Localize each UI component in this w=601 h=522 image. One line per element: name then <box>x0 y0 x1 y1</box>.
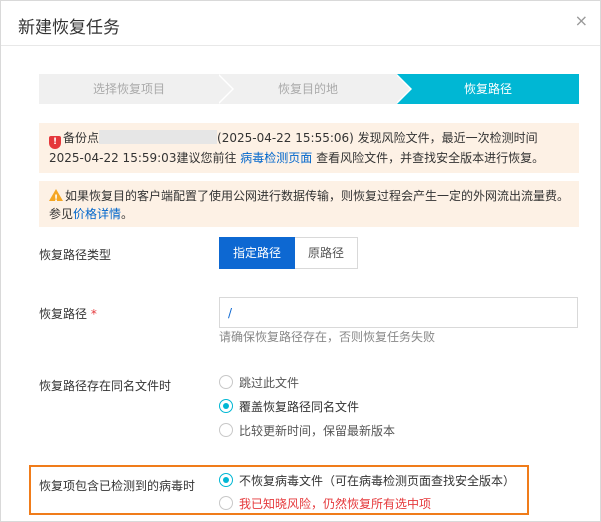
header-divider <box>1 45 600 46</box>
radio-label: 我已知晓风险，仍然恢复所有选中项 <box>239 496 432 511</box>
stepper: 选择恢复项目 恢复目的地 恢复路径 <box>39 74 579 104</box>
restore-path-input[interactable] <box>219 297 578 328</box>
radio-label: 跳过此文件 <box>239 375 300 390</box>
network-banner-suffix: 。 <box>121 207 134 221</box>
risk-file-banner: ! 备份点 (2025-04-22 15:55:06) 发现风险文件，最近一次检测时… <box>39 123 579 173</box>
warning-triangle-icon: ! <box>49 189 63 204</box>
path-type-label: 恢复路径类型 <box>39 248 112 262</box>
restore-path-label: 恢复路径 * <box>39 305 97 322</box>
path-type-toggle: 指定路径 原路径 <box>219 237 359 269</box>
masked-backup-name <box>99 130 218 144</box>
radio-restore-all[interactable]: 我已知晓风险，仍然恢复所有选中项 <box>219 494 431 512</box>
virus-scan-page-link[interactable]: 病毒检测页面 <box>240 151 312 165</box>
same-name-label: 恢复路径存在同名文件时 <box>39 379 172 393</box>
step-destination: 恢复目的地 <box>219 74 397 104</box>
dialog-title: 新建恢复任务 <box>18 18 120 38</box>
specified-path-button[interactable]: 指定路径 <box>219 237 296 269</box>
network-traffic-banner: ! 如果恢复目的客户端配置了使用公网进行数据传输，则恢复过程会产生一定的外网流出流… <box>39 181 579 227</box>
radio-keep-latest[interactable]: 比较更新时间，保留最新版本 <box>219 421 395 439</box>
pricing-details-link[interactable]: 价格详情 <box>73 207 121 221</box>
step-arrow <box>395 74 410 104</box>
step-arrow <box>217 74 232 104</box>
required-mark: * <box>90 307 97 321</box>
banner-prefix: 备份点 <box>63 131 100 145</box>
virus-handling-label: 恢复项包含已检测到的病毒时 <box>39 479 196 493</box>
original-path-button[interactable]: 原路径 <box>295 237 359 269</box>
radio-label: 比较更新时间，保留最新版本 <box>239 423 396 438</box>
banner-text-end: 查看风险文件，并查找安全版本进行恢复。 <box>312 151 545 165</box>
radio-button-selected[interactable] <box>219 399 233 413</box>
radio-overwrite[interactable]: 覆盖恢复路径同名文件 <box>219 397 359 415</box>
restore-task-dialog: 新建恢复任务 × 选择恢复项目 恢复目的地 恢复路径 ! 备份点 (2025-04-… <box>0 0 601 522</box>
step-restore-path: 恢复路径 <box>397 74 579 104</box>
radio-label: 不恢复病毒文件（可在病毒检测页面查找安全版本） <box>239 473 516 488</box>
radio-label: 覆盖恢复路径同名文件 <box>239 399 360 414</box>
radio-button[interactable] <box>219 496 233 510</box>
shield-alert-icon: ! <box>49 136 61 149</box>
radio-button[interactable] <box>219 375 233 389</box>
restore-path-label-text: 恢复路径 <box>39 307 88 321</box>
restore-path-hint: 请确保恢复路径存在，否则恢复任务失败 <box>219 330 436 344</box>
step-select-items: 选择恢复项目 <box>39 74 219 104</box>
close-icon[interactable]: × <box>575 11 588 30</box>
radio-skip-file[interactable]: 跳过此文件 <box>219 373 299 391</box>
radio-skip-virus[interactable]: 不恢复病毒文件（可在病毒检测页面查找安全版本） <box>219 471 515 489</box>
radio-button[interactable] <box>219 423 233 437</box>
radio-button-selected[interactable] <box>219 473 233 487</box>
